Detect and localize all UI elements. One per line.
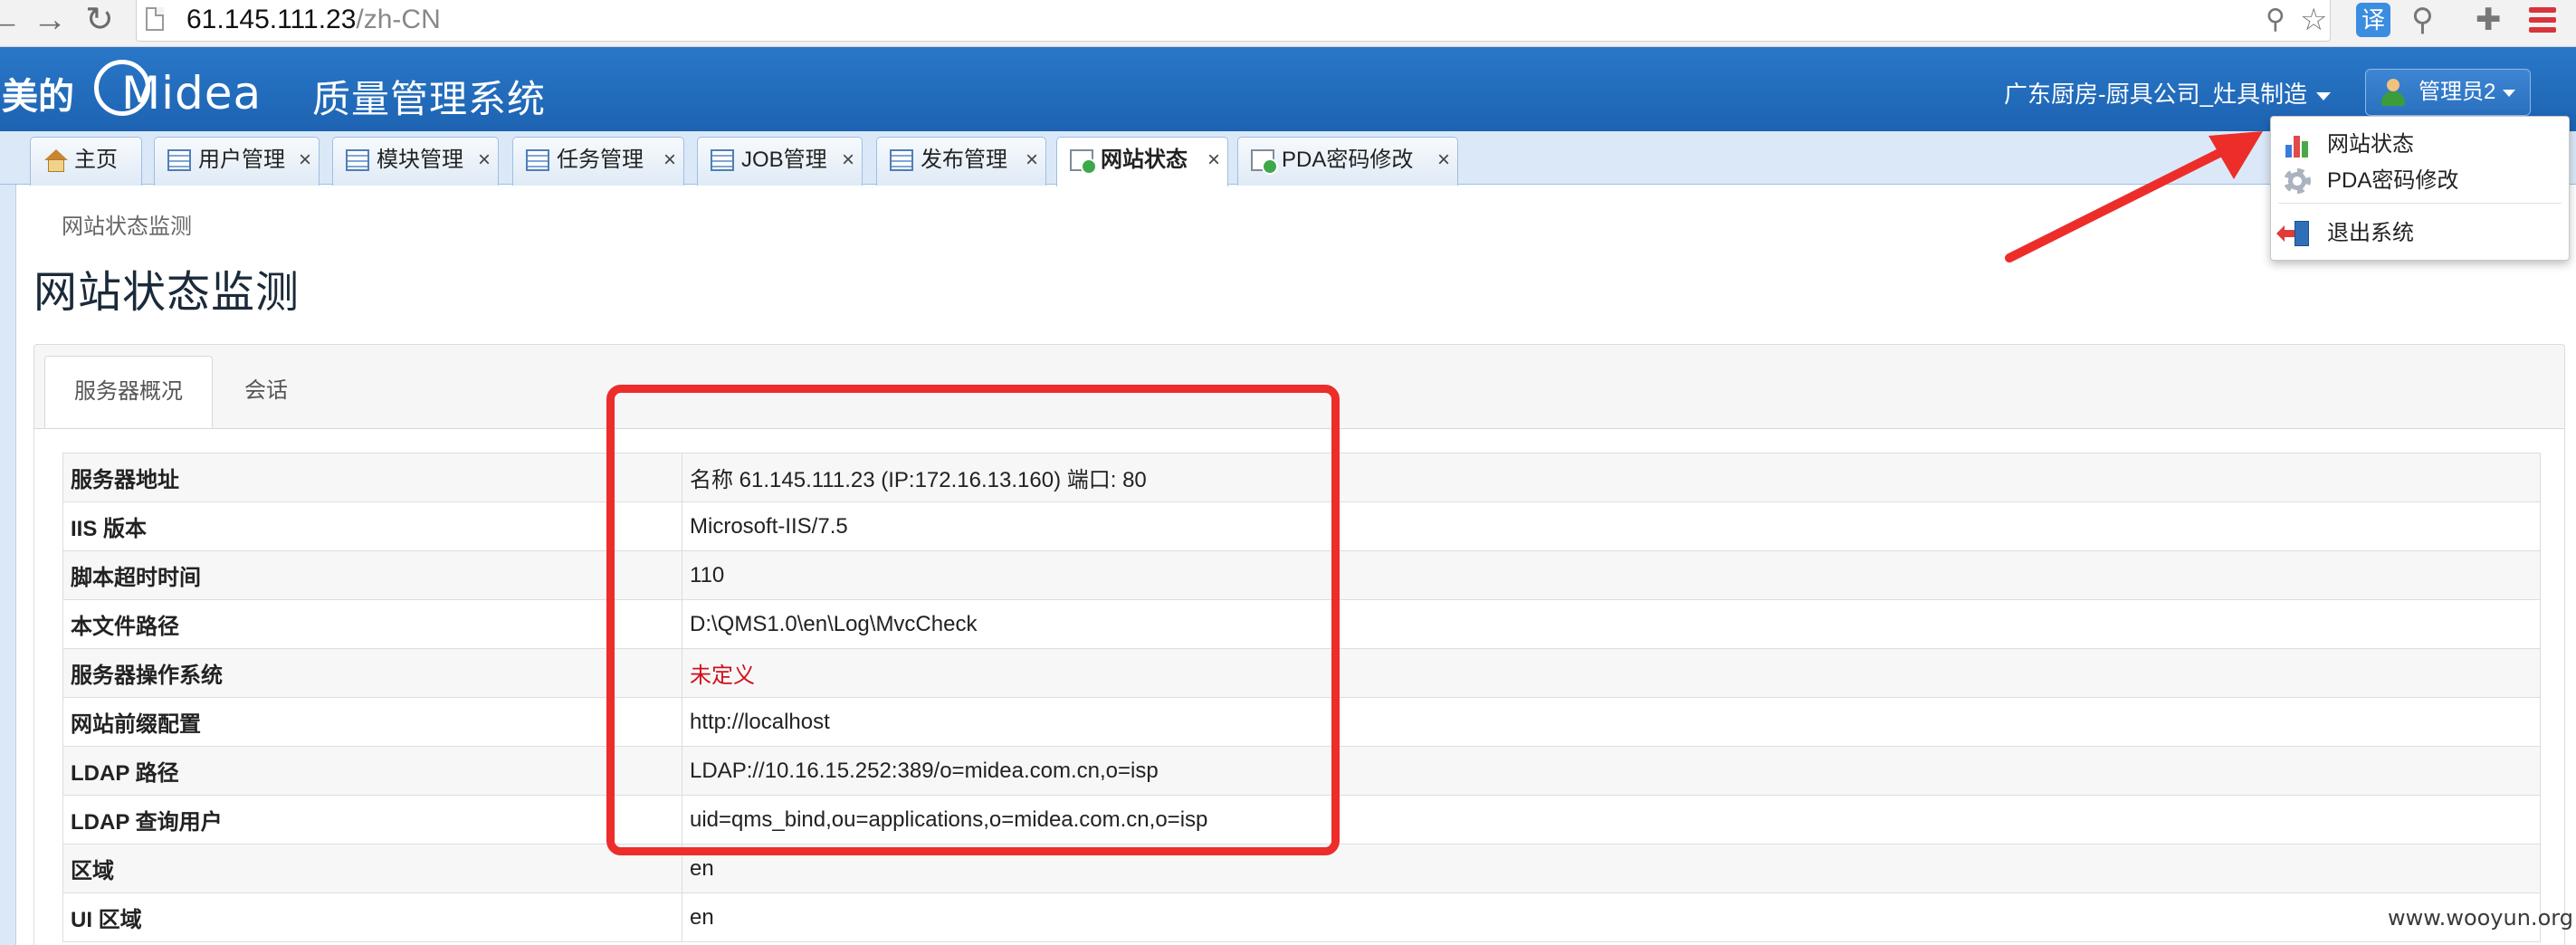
close-icon[interactable]: × — [299, 138, 311, 183]
home-icon — [43, 149, 68, 172]
tab-label: 主页 — [74, 148, 118, 172]
close-icon[interactable]: × — [1207, 138, 1220, 183]
row-key: 脚本超时时间 — [62, 550, 682, 600]
address-text[interactable]: 61.145.111.23/zh-CN — [186, 4, 441, 36]
star-bookmark-icon[interactable]: ☆ — [2300, 2, 2327, 38]
search-extension-icon[interactable]: ⚲ — [2411, 2, 2434, 38]
page-add-icon — [1251, 149, 1278, 175]
organization-label: 广东厨房-厨具公司_灶具制造 — [2004, 81, 2308, 108]
row-key: 网站前缀配置 — [62, 697, 682, 747]
close-icon[interactable]: × — [478, 138, 491, 183]
tab-label: JOB管理 — [741, 148, 827, 172]
close-icon[interactable]: × — [1026, 138, 1038, 183]
exit-door-icon — [2276, 221, 2311, 246]
menu-item-pda-password[interactable]: PDA密码修改 — [2271, 162, 2569, 200]
system-title: 质量管理系统 — [312, 78, 547, 120]
close-icon[interactable]: × — [663, 138, 676, 183]
highlight-box — [606, 385, 1340, 855]
grid-icon — [711, 149, 734, 171]
page-icon — [146, 7, 164, 31]
back-arrow-icon[interactable]: ← — [0, 2, 22, 38]
row-key: 本文件路径 — [62, 599, 682, 649]
address-bar[interactable]: 61.145.111.23/zh-CN ⚲ ☆ — [136, 0, 2331, 42]
collapse-sidebar-strip[interactable] — [0, 131, 16, 945]
translate-icon[interactable]: 译 — [2356, 3, 2390, 37]
row-key: UI 区域 — [62, 892, 682, 942]
gear-icon — [2284, 168, 2311, 194]
grid-icon — [167, 149, 191, 171]
grid-icon — [890, 149, 913, 171]
caret-down-icon — [2316, 91, 2332, 100]
page-add-icon — [1070, 149, 1097, 175]
url-path: /zh-CN — [356, 5, 441, 34]
brand-name: 美的 — [2, 77, 74, 117]
tab-label: 用户管理 — [198, 148, 285, 172]
tab-sessions[interactable]: 会话 — [215, 356, 317, 428]
tab-job-management[interactable]: JOB管理 × — [697, 137, 863, 186]
tab-server-overview[interactable]: 服务器概况 — [44, 356, 213, 428]
tab-label: 任务管理 — [557, 148, 644, 172]
row-value: en — [682, 892, 2541, 942]
row-key: LDAP 路径 — [62, 746, 682, 796]
row-key: IIS 版本 — [62, 501, 682, 551]
breadcrumb: 网站状态监测 — [62, 215, 192, 239]
row-key: 服务器地址 — [62, 453, 682, 502]
page-title: 网站状态监测 — [33, 269, 301, 317]
tab-task-management[interactable]: 任务管理 × — [512, 137, 684, 186]
row-key: 服务器操作系统 — [62, 648, 682, 698]
close-icon[interactable]: × — [842, 138, 854, 183]
menu-item-label: PDA密码修改 — [2327, 168, 2459, 193]
menu-item-site-status[interactable]: 网站状态 — [2271, 126, 2569, 164]
forward-arrow-icon[interactable]: → — [33, 2, 67, 38]
menu-item-logout[interactable]: 退出系统 — [2271, 215, 2569, 253]
reload-icon[interactable]: ↻ — [85, 2, 114, 38]
watermark: www.wooyun.org — [2388, 905, 2573, 931]
user-name: 管理员2 — [2419, 80, 2496, 104]
tab-home[interactable]: 主页 — [30, 137, 142, 186]
grid-icon — [346, 149, 369, 171]
table-row: UI 区域 en — [62, 892, 2541, 942]
url-host: 61.145.111.23 — [186, 5, 357, 34]
annotation-arrow-icon — [2005, 131, 2263, 262]
tab-site-status[interactable]: 网站状态 × — [1056, 137, 1228, 186]
close-icon[interactable]: × — [1437, 138, 1450, 183]
browser-menu-icon[interactable] — [2529, 7, 2556, 37]
bar-chart-icon — [2284, 132, 2311, 158]
menu-item-label: 退出系统 — [2327, 221, 2414, 245]
tab-user-management[interactable]: 用户管理 × — [154, 137, 320, 186]
pin-extension-icon[interactable]: ✚ — [2476, 2, 2502, 38]
caret-down-icon — [2503, 90, 2515, 97]
tab-label: 发布管理 — [921, 148, 1007, 172]
tab-label: PDA密码修改 — [1282, 148, 1414, 172]
menu-item-label: 网站状态 — [2327, 132, 2414, 157]
browser-toolbar: ← → ↻ 61.145.111.23/zh-CN ⚲ ☆ 译 ⚲ ✚ — [0, 0, 2576, 47]
tab-pda-password[interactable]: PDA密码修改 × — [1237, 137, 1458, 186]
menu-divider — [2278, 203, 2562, 204]
app-header: 美的 Midea 质量管理系统 广东厨房-厨具公司_灶具制造 管理员2 — [0, 47, 2576, 131]
logo-text: Midea — [121, 67, 262, 119]
row-key: 区域 — [62, 844, 682, 893]
tab-label: 网站状态 — [1101, 148, 1188, 172]
tab-module-management[interactable]: 模块管理 × — [332, 137, 499, 186]
user-avatar-icon — [2379, 79, 2406, 106]
grid-icon — [526, 149, 549, 171]
organization-selector[interactable]: 广东厨房-厨具公司_灶具制造 — [2004, 76, 2332, 110]
tab-release-management[interactable]: 发布管理 × — [876, 137, 1046, 186]
tab-label: 模块管理 — [377, 148, 463, 172]
row-key: LDAP 查询用户 — [62, 795, 682, 845]
key-icon[interactable]: ⚲ — [2266, 2, 2285, 38]
user-dropdown-menu: 网站状态 PDA密码修改 退出系统 — [2270, 116, 2570, 261]
user-menu-button[interactable]: 管理员2 — [2365, 69, 2531, 116]
